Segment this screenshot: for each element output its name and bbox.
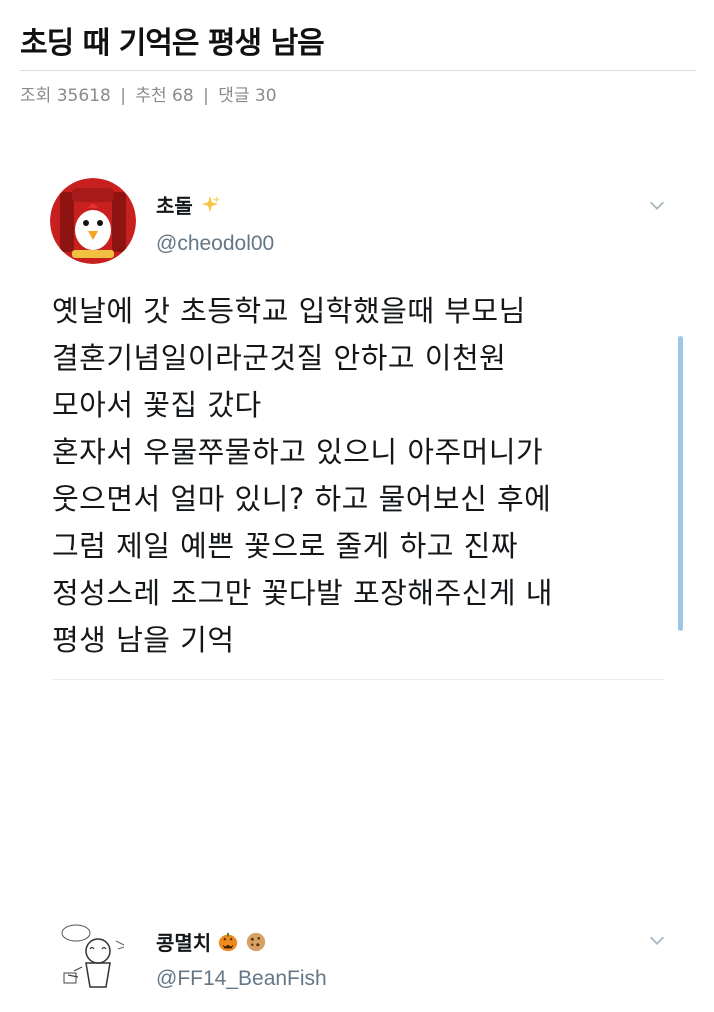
chevron-down-icon[interactable] <box>646 194 668 216</box>
avatar[interactable] <box>56 913 136 993</box>
chevron-down-icon[interactable] <box>646 929 668 951</box>
views-label: 조회 <box>20 86 52 106</box>
sparkles-icon <box>201 195 220 212</box>
tweet-card: 초돌 @cheodol00 옛날에 갓 초등학교 입학했을때 부모님 결혼기념일… <box>38 176 683 694</box>
tweet-card: 콩멸치 @FF14_BeanFish <box>38 905 678 1012</box>
recommend-label: 추천 <box>135 86 167 106</box>
post-meta: 조회 35618 | 추천 68 | 댓글 30 <box>20 85 696 107</box>
user-handle[interactable]: @cheodol00 <box>156 232 274 256</box>
tweet-line: 혼자서 우물쭈물하고 있으니 아주머니가 <box>52 435 544 469</box>
tweet-line: 옛날에 갓 초등학교 입학했을때 부모님 <box>52 294 526 328</box>
cookie-icon <box>247 932 266 951</box>
comments-count[interactable]: 30 <box>255 86 277 106</box>
avatar[interactable] <box>50 178 136 264</box>
chicken-avatar-icon <box>50 178 136 264</box>
display-name-text: 콩멸치 <box>156 931 212 955</box>
display-name[interactable]: 콩멸치 <box>156 927 267 956</box>
views-count: 35618 <box>56 86 111 106</box>
meta-separator: | <box>203 86 209 106</box>
tweet-line: 평생 남을 기억 <box>52 623 235 657</box>
tweet-body: 옛날에 갓 초등학교 입학했을때 부모님 결혼기념일이라군것질 안하고 이천원 … <box>52 288 652 664</box>
recommend-count: 68 <box>172 86 194 106</box>
display-name[interactable]: 초돌 <box>156 190 221 219</box>
meta-separator: | <box>120 86 126 106</box>
post-title: 초딩 때 기억은 평생 남음 <box>20 0 696 71</box>
comments-label[interactable]: 댓글 <box>218 86 249 106</box>
post-header: 초딩 때 기억은 평생 남음 조회 35618 | 추천 68 | 댓글 30 <box>20 0 696 107</box>
tweet-line: 결혼기념일이라군것질 안하고 이천원 <box>52 341 507 375</box>
tweet-line: 웃으면서 얼마 있니? 하고 물어보신 후에 <box>52 482 552 516</box>
doodle-avatar-icon <box>56 913 136 993</box>
tweet-line: 모아서 꽃집 갔다 <box>52 388 262 422</box>
display-name-text: 초돌 <box>156 194 193 218</box>
tweet-line: 정성스레 조그만 꽃다발 포장해주신게 내 <box>52 576 553 610</box>
jack-o-lantern-icon <box>219 932 238 951</box>
scroll-indicator[interactable] <box>678 336 683 631</box>
divider <box>52 679 664 680</box>
tweet-line: 그럼 제일 예쁜 꽃으로 줄게 하고 진짜 <box>52 529 519 563</box>
user-handle[interactable]: @FF14_BeanFish <box>156 967 327 991</box>
